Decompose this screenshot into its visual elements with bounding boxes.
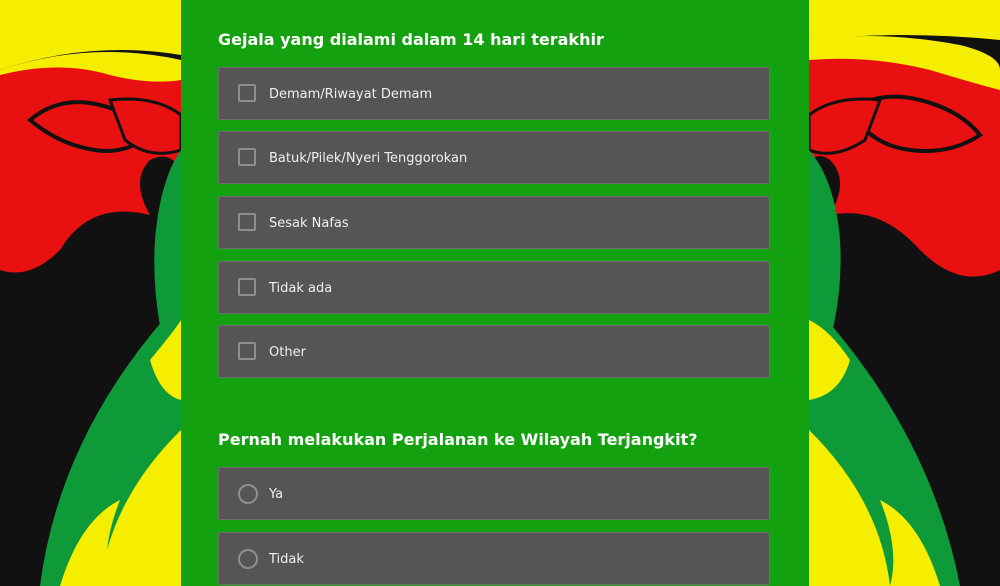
radio-icon[interactable] [238, 549, 258, 569]
option-label: Other [269, 345, 306, 360]
checkbox-icon[interactable] [238, 148, 256, 166]
checkbox-icon[interactable] [238, 84, 256, 102]
checkbox-option-batuk-pilek[interactable]: Batuk/Pilek/Nyeri Tenggorokan [218, 131, 770, 184]
option-label: Sesak Nafas [269, 216, 349, 231]
checkbox-icon[interactable] [238, 213, 256, 231]
radio-option-ya[interactable]: Ya [218, 467, 770, 520]
option-label: Demam/Riwayat Demam [269, 87, 433, 102]
option-label: Tidak ada [269, 281, 333, 296]
option-label: Tidak [269, 552, 304, 567]
option-label: Ya [269, 487, 284, 502]
question-title-symptoms: Gejala yang dialami dalam 14 hari terakh… [218, 30, 604, 49]
checkbox-icon[interactable] [238, 342, 256, 360]
question-title-travel: Pernah melakukan Perjalanan ke Wilayah T… [218, 430, 698, 449]
radio-option-tidak[interactable]: Tidak [218, 532, 770, 585]
radio-icon[interactable] [238, 484, 258, 504]
option-label: Batuk/Pilek/Nyeri Tenggorokan [269, 151, 468, 166]
checkbox-option-tidak-ada[interactable]: Tidak ada [218, 261, 770, 314]
checkbox-option-sesak-nafas[interactable]: Sesak Nafas [218, 196, 770, 249]
checkbox-icon[interactable] [238, 278, 256, 296]
survey-form: Gejala yang dialami dalam 14 hari terakh… [181, 0, 809, 586]
checkbox-option-demam[interactable]: Demam/Riwayat Demam [218, 67, 770, 120]
checkbox-option-other[interactable]: Other [218, 325, 770, 378]
